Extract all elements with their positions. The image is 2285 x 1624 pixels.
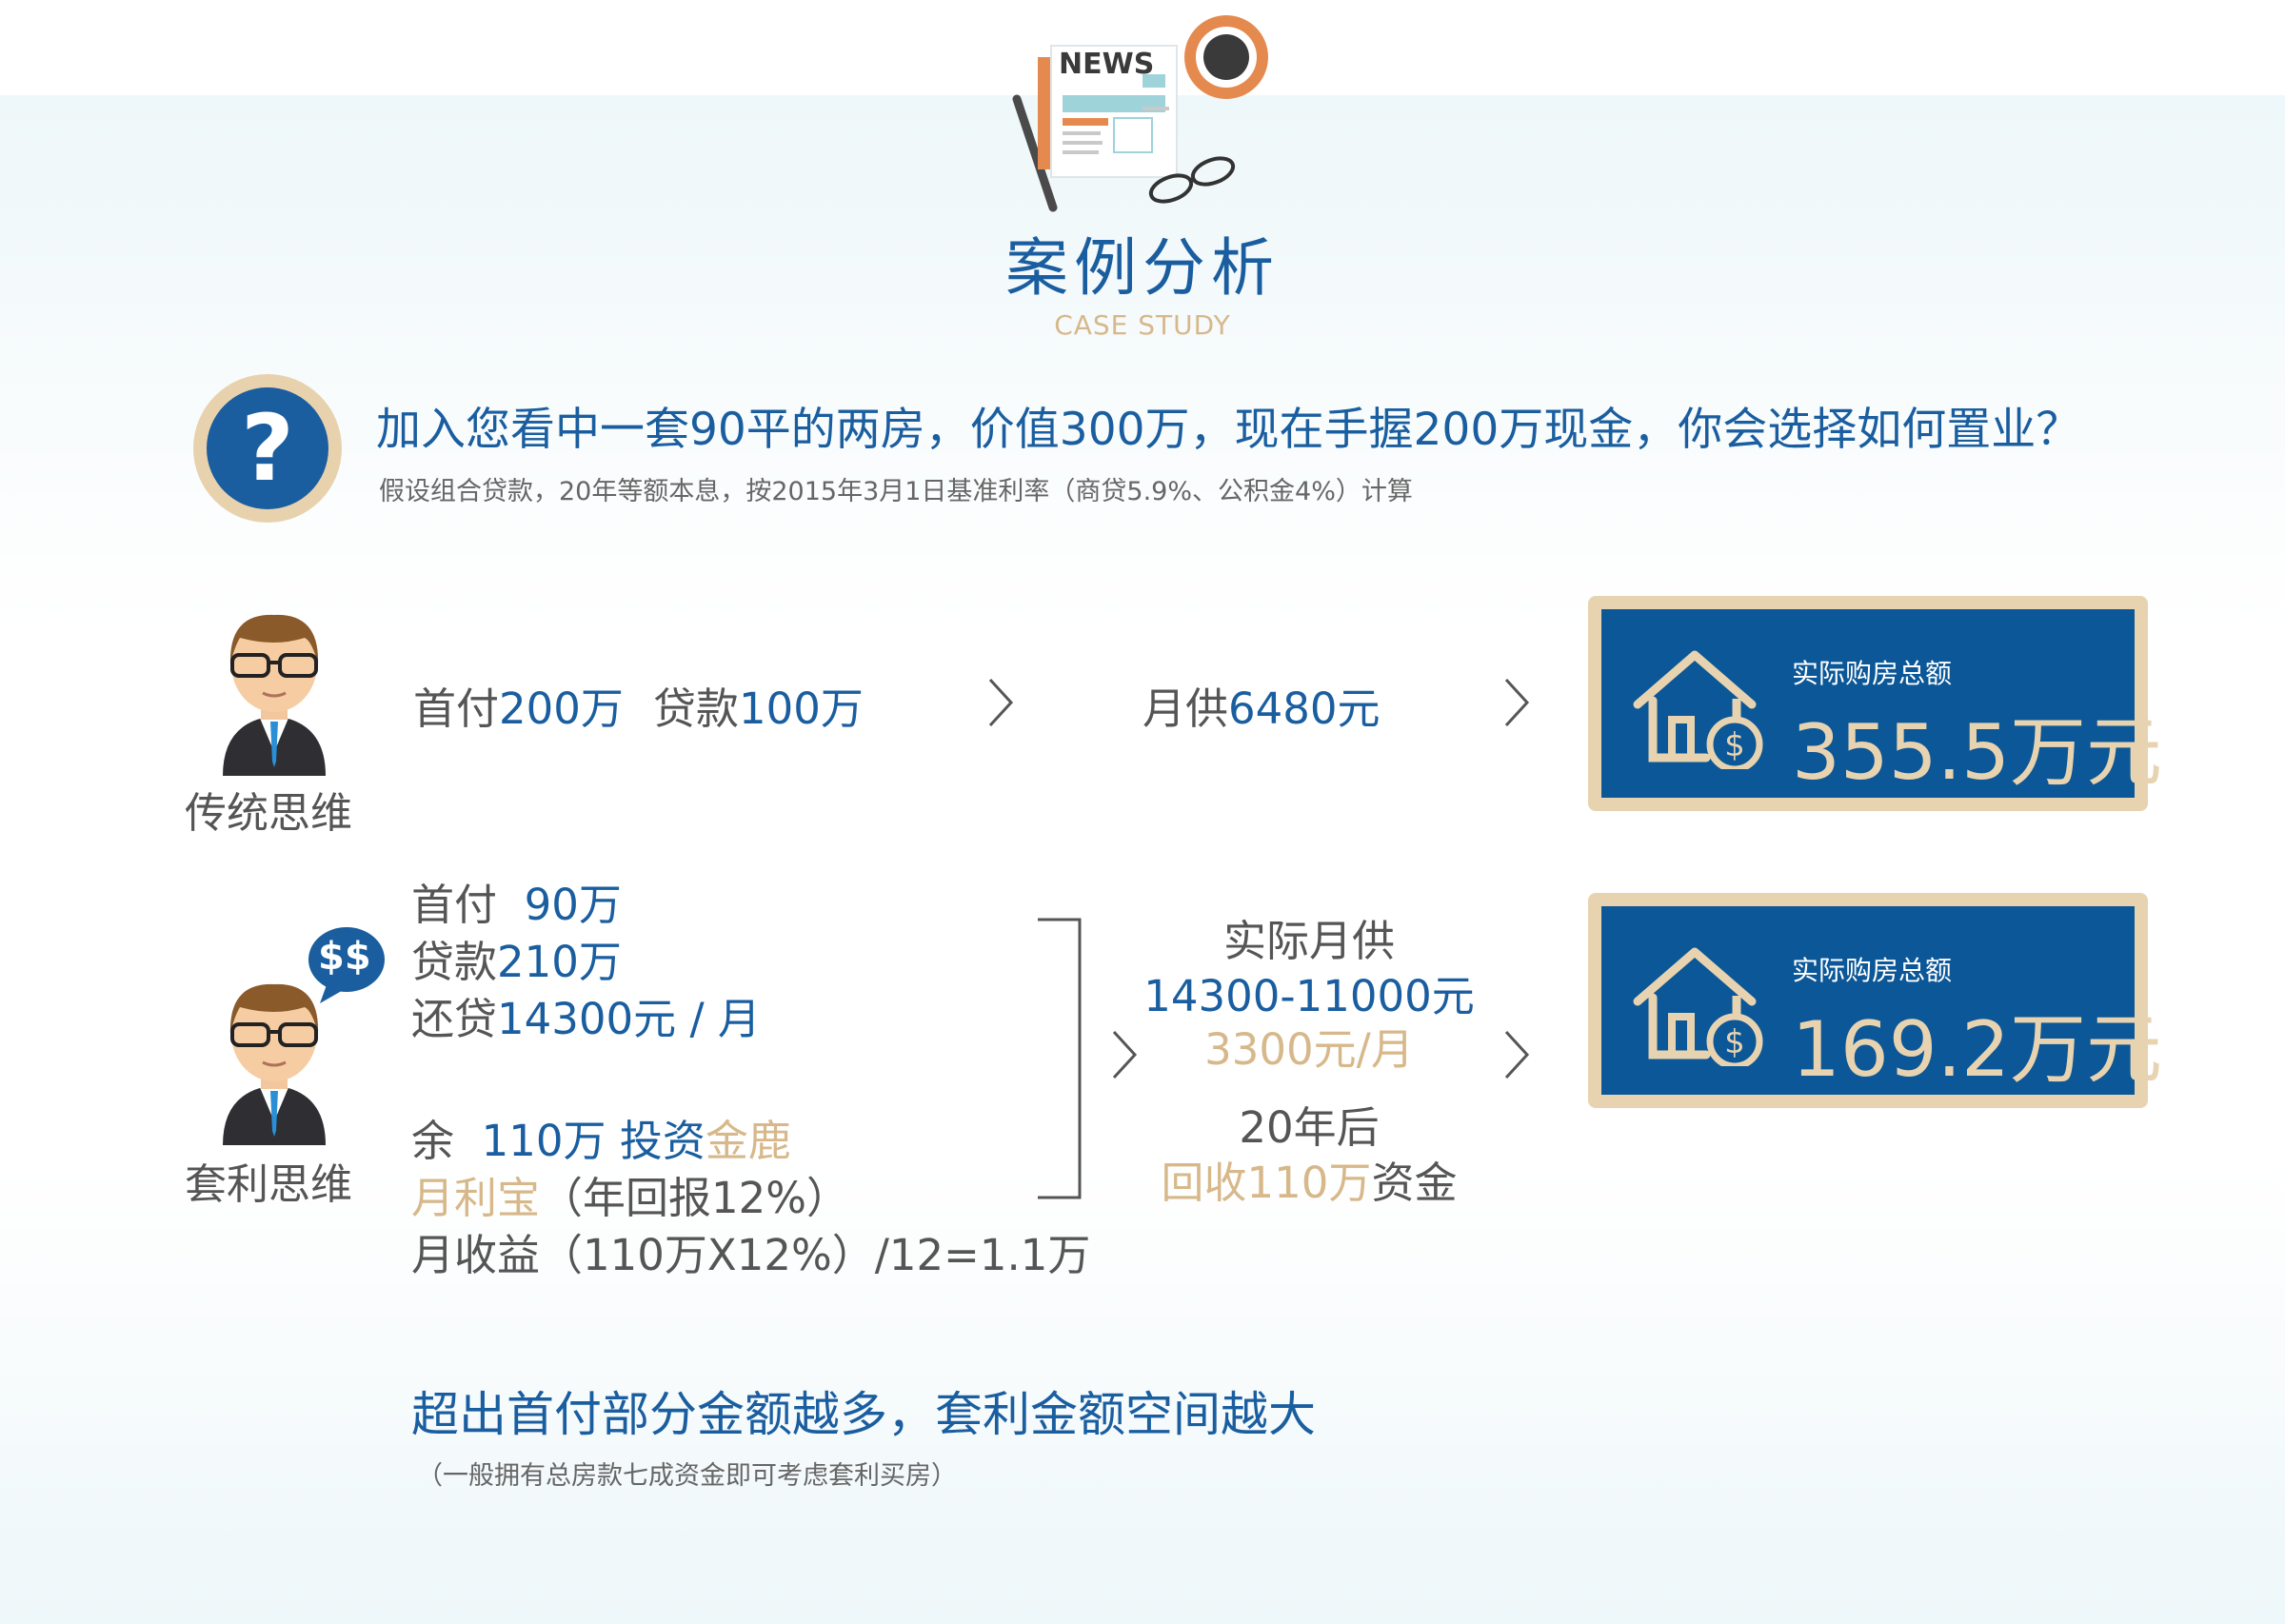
conclusion-note: （一般拥有总房款七成资金即可考虑套利买房） <box>417 1461 957 1491</box>
traditional-label: 传统思维 <box>185 789 352 838</box>
arbitrage-result-box: $ 实际购房总额 169.2万元 <box>1588 893 2162 1108</box>
arbitrage-label: 套利思维 <box>185 1160 352 1209</box>
actual-monthly-title: 实际月供 <box>1222 916 1395 966</box>
svg-text:$: $ <box>1724 726 1745 764</box>
actual-monthly-diff: 3300元/月 <box>1204 1024 1414 1075</box>
chevron-right-icon <box>1502 676 1531 733</box>
news-label: NEWS <box>1059 48 1155 81</box>
traditional-downpayment: 首付200万 <box>413 683 624 734</box>
traditional-monthly: 月供6480元 <box>1142 683 1381 734</box>
newspaper-illustration <box>1000 8 1285 217</box>
arbitrage-invest: 余 110万 投资金鹿 <box>411 1116 791 1166</box>
recover-capital: 回收110万资金 <box>1161 1158 1458 1208</box>
chevron-right-icon <box>986 676 1015 733</box>
arbitrage-repayment: 还贷14300元 / 月 <box>411 994 761 1044</box>
question-text: 加入您看中一套90平的两房，价值300万，现在手握200万现金，你会选择如何置业… <box>376 404 2081 456</box>
house-dollar-icon: $ <box>1633 947 1763 1066</box>
result-label: 实际购房总额 <box>1792 658 1953 689</box>
traditional-result-box: $ 实际购房总额 355.5万元 <box>1588 596 2162 811</box>
result-value: 169.2万元 <box>1792 1005 2163 1094</box>
chevron-right-icon <box>1502 1028 1531 1085</box>
arbitrage-downpayment: 首付 90万 <box>411 880 622 930</box>
bracket-divider <box>1036 918 1083 1203</box>
after-years: 20年后 <box>1239 1102 1380 1153</box>
arbitrage-product: 月利宝（年回报12%） <box>411 1173 850 1223</box>
traditional-loan: 贷款100万 <box>653 683 864 734</box>
result-value: 355.5万元 <box>1792 708 2163 797</box>
page-subtitle: CASE STUDY <box>1054 309 1231 341</box>
house-dollar-icon: $ <box>1633 650 1763 769</box>
svg-text:$: $ <box>1724 1023 1745 1061</box>
result-label: 实际购房总额 <box>1792 955 1953 986</box>
question-mark-icon: ? <box>193 374 342 523</box>
arbitrage-loan: 贷款210万 <box>411 937 622 987</box>
speech-bubble-text: $$ <box>318 935 371 979</box>
arbitrage-monthly-income: 月收益（110万X12%）/12=1.1万 <box>411 1230 1091 1280</box>
conclusion-headline: 超出首付部分金额越多，套利金额空间越大 <box>411 1387 1316 1442</box>
question-note: 假设组合贷款，20年等额本息，按2015年3月1日基准利率（商贷5.9%、公积金… <box>379 477 1413 506</box>
page-title: 案例分析 <box>1005 231 1280 305</box>
businessman-avatar <box>217 609 331 776</box>
businessman-avatar <box>217 979 331 1145</box>
